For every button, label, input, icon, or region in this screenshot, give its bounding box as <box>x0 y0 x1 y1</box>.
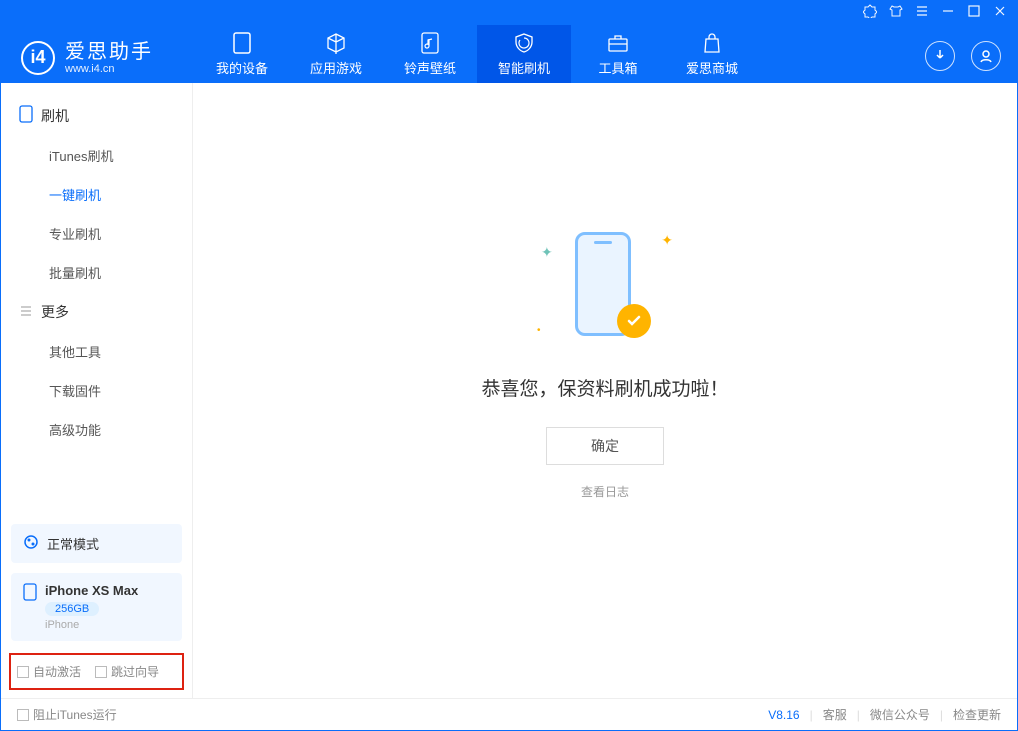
user-button[interactable] <box>971 41 1001 71</box>
tab-label: 应用游戏 <box>310 58 362 77</box>
group-title: 更多 <box>41 302 69 322</box>
version-label: V8.16 <box>768 708 799 722</box>
device-name: iPhone XS Max <box>45 583 138 598</box>
success-illustration: ✦ ✦ • <box>535 222 675 362</box>
titlebar <box>1 1 1017 25</box>
nav-other-tools[interactable]: 其他工具 <box>1 332 192 371</box>
cube-icon <box>325 32 347 54</box>
tab-toolbox[interactable]: 工具箱 <box>571 25 665 83</box>
skin-icon[interactable] <box>889 4 903 23</box>
feedback-icon[interactable] <box>863 4 877 23</box>
nav-advanced[interactable]: 高级功能 <box>1 410 192 449</box>
tab-my-device[interactable]: 我的设备 <box>195 25 289 83</box>
auto-activate-checkbox[interactable]: 自动激活 <box>17 663 81 680</box>
logo: i4 爱思助手 www.i4.cn <box>21 41 195 83</box>
device-mode-box[interactable]: 正常模式 <box>11 524 182 563</box>
bag-icon <box>701 32 723 54</box>
nav-group-flash: 刷机 <box>1 95 192 136</box>
main-tabs: 我的设备 应用游戏 铃声壁纸 智能刷机 工具箱 爱思商城 <box>195 25 759 83</box>
nav-pro-flash[interactable]: 专业刷机 <box>1 214 192 253</box>
menu-icon[interactable] <box>915 4 929 23</box>
block-itunes-checkbox[interactable]: 阻止iTunes运行 <box>17 706 117 723</box>
tab-store[interactable]: 爱思商城 <box>665 25 759 83</box>
group-title: 刷机 <box>41 106 69 126</box>
tab-apps[interactable]: 应用游戏 <box>289 25 383 83</box>
brand-name: 爱思助手 <box>65 41 153 63</box>
device-icon <box>231 32 253 54</box>
sparkle-icon: ✦ <box>661 232 673 249</box>
maximize-icon[interactable] <box>967 4 981 23</box>
nav-download-firmware[interactable]: 下载固件 <box>1 371 192 410</box>
flash-options-highlighted: 自动激活 跳过向导 <box>9 653 184 690</box>
main-content: ✦ ✦ • 恭喜您，保资料刷机成功啦！ 确定 查看日志 <box>193 83 1017 698</box>
tab-flash[interactable]: 智能刷机 <box>477 25 571 83</box>
tab-label: 智能刷机 <box>498 58 550 77</box>
header: i4 爱思助手 www.i4.cn 我的设备 应用游戏 铃声壁纸 智能刷机 <box>1 25 1017 83</box>
view-log-link[interactable]: 查看日志 <box>581 483 629 500</box>
customer-service-link[interactable]: 客服 <box>823 706 847 723</box>
checkbox-label: 阻止iTunes运行 <box>33 706 117 723</box>
device-mode-label: 正常模式 <box>47 534 99 553</box>
skip-guide-checkbox[interactable]: 跳过向导 <box>95 663 159 680</box>
brand-url: www.i4.cn <box>65 63 153 75</box>
sidebar: 刷机 iTunes刷机 一键刷机 专业刷机 批量刷机 更多 其他工具 下载固件 … <box>1 83 193 698</box>
nav-group-more: 更多 <box>1 292 192 332</box>
toolbox-icon <box>607 32 629 54</box>
sparkle-icon: ✦ <box>541 244 553 261</box>
tab-label: 铃声壁纸 <box>404 58 456 77</box>
tab-label: 工具箱 <box>598 58 637 77</box>
success-message: 恭喜您，保资料刷机成功啦！ <box>481 374 728 401</box>
sparkle-icon: • <box>537 325 541 336</box>
nav-oneclick-flash[interactable]: 一键刷机 <box>1 175 192 214</box>
device-info-box[interactable]: iPhone XS Max 256GB iPhone <box>11 573 182 641</box>
shield-icon <box>513 32 535 54</box>
check-badge-icon <box>617 304 651 338</box>
wechat-link[interactable]: 微信公众号 <box>870 706 930 723</box>
tab-label: 我的设备 <box>216 58 268 77</box>
sidebar-nav: 刷机 iTunes刷机 一键刷机 专业刷机 批量刷机 更多 其他工具 下载固件 … <box>1 83 192 524</box>
device-capacity: 256GB <box>45 602 99 616</box>
nav-batch-flash[interactable]: 批量刷机 <box>1 253 192 292</box>
app-window: i4 爱思助手 www.i4.cn 我的设备 应用游戏 铃声壁纸 智能刷机 <box>0 0 1018 731</box>
close-icon[interactable] <box>993 4 1007 23</box>
tab-label: 爱思商城 <box>686 58 738 77</box>
phone-icon <box>19 105 33 126</box>
device-icon <box>23 583 37 606</box>
music-icon <box>419 32 441 54</box>
body: 刷机 iTunes刷机 一键刷机 专业刷机 批量刷机 更多 其他工具 下载固件 … <box>1 83 1017 698</box>
logo-icon: i4 <box>21 41 55 75</box>
list-icon <box>19 304 33 321</box>
ok-button[interactable]: 确定 <box>546 427 664 465</box>
check-update-link[interactable]: 检查更新 <box>953 706 1001 723</box>
nav-itunes-flash[interactable]: iTunes刷机 <box>1 136 192 175</box>
checkbox-label: 自动激活 <box>33 663 81 680</box>
download-button[interactable] <box>925 41 955 71</box>
minimize-icon[interactable] <box>941 4 955 23</box>
tab-ringtones[interactable]: 铃声壁纸 <box>383 25 477 83</box>
header-actions <box>925 41 1001 83</box>
mode-icon <box>23 534 39 553</box>
device-type: iPhone <box>45 619 138 631</box>
footer: 阻止iTunes运行 V8.16 | 客服 | 微信公众号 | 检查更新 <box>1 698 1017 730</box>
checkbox-label: 跳过向导 <box>111 663 159 680</box>
